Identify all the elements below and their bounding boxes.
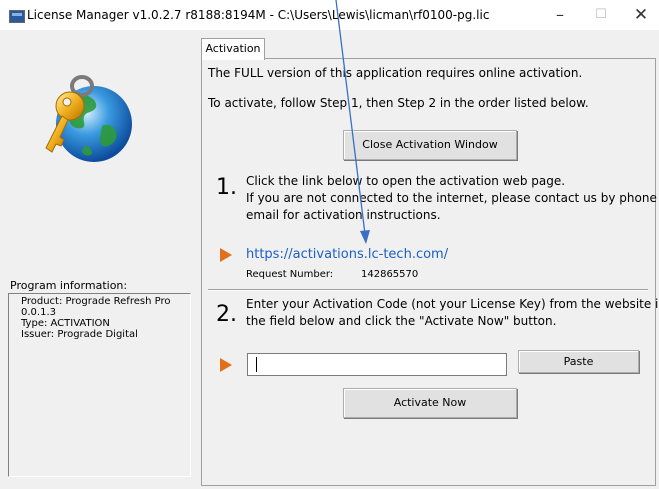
step-1-number: 1. — [216, 175, 237, 200]
step-2-line-1: Enter your Activation Code (not your Lic… — [246, 297, 659, 311]
step-1-line-2: If you are not connected to the internet… — [246, 191, 659, 205]
intro-line-1: The FULL version of this application req… — [208, 66, 583, 80]
tab-activation[interactable]: Activation — [201, 38, 265, 60]
intro-line-2: To activate, follow Step 1, then Step 2 … — [208, 96, 589, 110]
close-button[interactable]: ✕ — [625, 4, 657, 26]
program-info-label: Program information: — [10, 279, 128, 292]
request-number-label: Request Number: — [246, 269, 334, 280]
activation-link[interactable]: https://activations.lc-tech.com/ — [246, 247, 448, 262]
step-1-line-1: Click the link below to open the activat… — [246, 174, 566, 188]
activate-now-button[interactable]: Activate Now — [343, 388, 517, 418]
step-2-number: 2. — [216, 302, 237, 327]
window-title: License Manager v1.0.2.7 r8188:8194M - C… — [27, 8, 490, 22]
close-activation-window-button[interactable]: Close Activation Window — [343, 130, 517, 160]
key-globe-icon — [34, 66, 134, 176]
title-bar: License Manager v1.0.2.7 r8188:8194M - C… — [0, 0, 659, 30]
step-1-line-3: email for activation instructions. — [246, 208, 441, 222]
step-2-line-2: the field below and click the "Activate … — [246, 314, 557, 328]
play-arrow-icon — [220, 248, 232, 262]
activation-code-input[interactable] — [247, 353, 507, 376]
request-number-value: 142865570 — [361, 269, 419, 280]
separator — [208, 289, 648, 291]
minimize-button[interactable]: – — [544, 4, 576, 26]
program-info-line: Issuer: Prograde Digital — [21, 329, 138, 340]
program-info-line: 0.0.1.3 — [21, 307, 56, 318]
maximize-button[interactable]: ☐ — [585, 4, 617, 26]
paste-button[interactable]: Paste — [518, 350, 639, 373]
program-info-line: Product: Prograde Refresh Pro — [21, 296, 171, 307]
text-caret — [256, 357, 257, 372]
program-info-line: Type: ACTIVATION — [21, 318, 110, 329]
play-arrow-icon — [220, 358, 232, 372]
program-info-box: Product: Prograde Refresh Pro 0.0.1.3 Ty… — [8, 293, 191, 477]
app-icon — [9, 10, 25, 23]
